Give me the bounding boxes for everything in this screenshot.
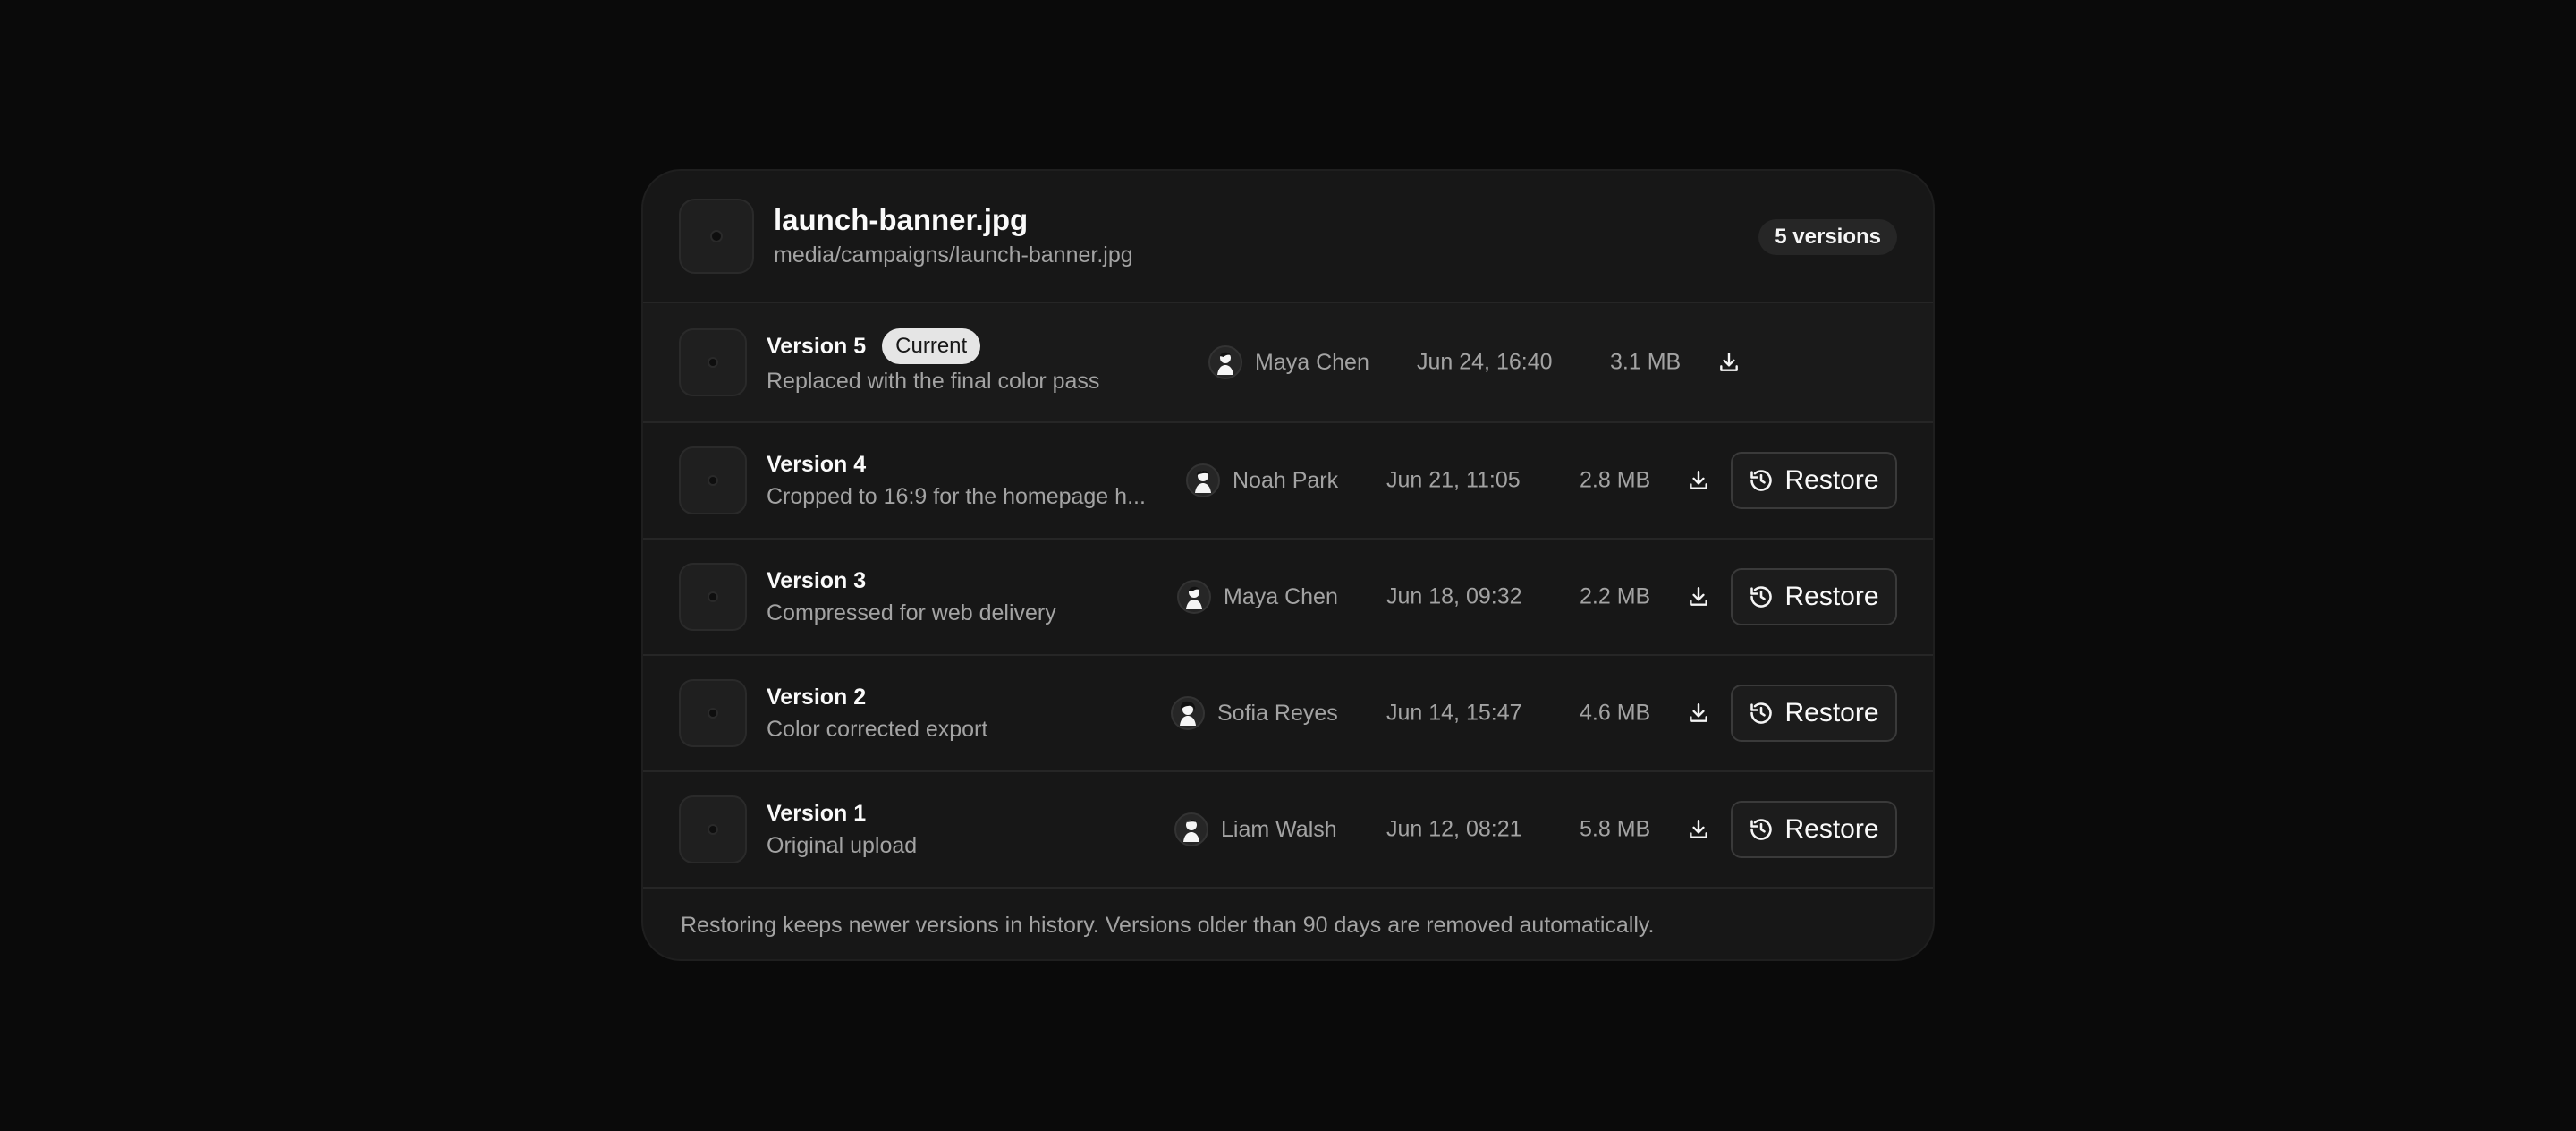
restore-button[interactable]: Restore bbox=[1731, 801, 1897, 858]
version-description: Color corrected export bbox=[767, 717, 988, 742]
version-row: Version 2 Color corrected export Sofia R… bbox=[643, 656, 1933, 772]
image-placeholder-icon bbox=[710, 230, 723, 242]
version-description: Cropped to 16:9 for the homepage h... bbox=[767, 484, 1146, 509]
person-avatar-icon bbox=[1171, 696, 1205, 730]
version-description: Compressed for web delivery bbox=[767, 600, 1056, 625]
restore-button[interactable]: Restore bbox=[1731, 452, 1897, 509]
version-description: Replaced with the final color pass bbox=[767, 369, 1100, 394]
version-size: 5.8 MB bbox=[1580, 816, 1651, 842]
version-thumbnail bbox=[679, 795, 747, 863]
history-icon bbox=[1750, 702, 1773, 724]
versions-count-badge: 5 versions bbox=[1758, 219, 1897, 255]
version-title: Version 2 bbox=[767, 685, 867, 710]
download-button[interactable] bbox=[1685, 700, 1712, 727]
version-author: Noah Park bbox=[1186, 463, 1338, 497]
version-row: Version 3 Compressed for web delivery Ma… bbox=[643, 540, 1933, 656]
file-thumbnail bbox=[679, 199, 754, 274]
version-thumbnail bbox=[679, 679, 747, 747]
version-date: Jun 21, 11:05 bbox=[1386, 467, 1521, 493]
version-title: Version 3 bbox=[767, 568, 867, 593]
image-placeholder-icon bbox=[708, 475, 718, 486]
restore-label: Restore bbox=[1784, 465, 1879, 495]
person-avatar-icon bbox=[1208, 345, 1242, 379]
version-date: Jun 12, 08:21 bbox=[1386, 816, 1522, 842]
history-icon bbox=[1750, 470, 1773, 491]
version-row: Version 5 Current Replaced with the fina… bbox=[643, 303, 1933, 423]
version-date: Jun 18, 09:32 bbox=[1386, 583, 1522, 609]
version-title: Version 1 bbox=[767, 801, 867, 826]
author-name: Sofia Reyes bbox=[1217, 700, 1338, 726]
footer-note: Restoring keeps newer versions in histor… bbox=[681, 912, 1655, 938]
restore-label: Restore bbox=[1784, 814, 1879, 844]
download-icon bbox=[1720, 353, 1738, 371]
version-thumbnail bbox=[679, 563, 747, 631]
download-icon bbox=[1690, 820, 1707, 838]
version-title: Version 5 bbox=[767, 334, 867, 359]
download-button[interactable] bbox=[1716, 349, 1742, 376]
version-history-card: launch-banner.jpg media/campaigns/launch… bbox=[641, 169, 1935, 961]
version-row: Version 1 Original upload Liam Walsh Jun… bbox=[643, 772, 1933, 889]
image-placeholder-icon bbox=[708, 357, 718, 368]
person-avatar-icon bbox=[1174, 812, 1208, 846]
version-row: Version 4 Cropped to 16:9 for the homepa… bbox=[643, 423, 1933, 540]
author-name: Maya Chen bbox=[1255, 349, 1369, 375]
download-icon bbox=[1690, 703, 1707, 722]
download-button[interactable] bbox=[1685, 467, 1712, 494]
download-button[interactable] bbox=[1685, 583, 1712, 610]
image-placeholder-icon bbox=[708, 708, 718, 719]
version-size: 2.8 MB bbox=[1580, 467, 1651, 493]
author-name: Liam Walsh bbox=[1221, 816, 1337, 842]
version-author: Maya Chen bbox=[1208, 345, 1369, 379]
restore-button[interactable]: Restore bbox=[1731, 568, 1897, 625]
history-icon bbox=[1750, 586, 1773, 608]
version-size: 4.6 MB bbox=[1580, 700, 1651, 726]
download-icon bbox=[1690, 471, 1707, 489]
file-path: media/campaigns/launch-banner.jpg bbox=[774, 242, 1133, 268]
person-avatar-icon bbox=[1177, 580, 1211, 614]
download-icon bbox=[1690, 587, 1707, 606]
version-date: Jun 14, 15:47 bbox=[1386, 700, 1522, 726]
image-placeholder-icon bbox=[708, 824, 718, 835]
version-size: 2.2 MB bbox=[1580, 583, 1651, 609]
current-badge: Current bbox=[882, 328, 981, 364]
file-name: launch-banner.jpg bbox=[774, 203, 1029, 236]
restore-button[interactable]: Restore bbox=[1731, 685, 1897, 742]
author-name: Maya Chen bbox=[1224, 583, 1338, 609]
author-name: Noah Park bbox=[1233, 467, 1339, 493]
download-button[interactable] bbox=[1685, 816, 1712, 843]
restore-label: Restore bbox=[1784, 698, 1879, 727]
version-author: Maya Chen bbox=[1177, 580, 1338, 614]
file-header: launch-banner.jpg media/campaigns/launch… bbox=[643, 171, 1933, 303]
version-date: Jun 24, 16:40 bbox=[1417, 349, 1553, 375]
version-size: 3.1 MB bbox=[1610, 349, 1682, 375]
history-icon bbox=[1750, 819, 1773, 840]
version-author: Liam Walsh bbox=[1174, 812, 1337, 846]
version-title: Version 4 bbox=[767, 452, 867, 477]
version-description: Original upload bbox=[767, 833, 918, 858]
version-thumbnail bbox=[679, 446, 747, 514]
version-thumbnail bbox=[679, 328, 747, 396]
person-avatar-icon bbox=[1186, 463, 1220, 497]
version-author: Sofia Reyes bbox=[1171, 696, 1338, 730]
image-placeholder-icon bbox=[708, 591, 718, 602]
restore-label: Restore bbox=[1784, 582, 1879, 611]
